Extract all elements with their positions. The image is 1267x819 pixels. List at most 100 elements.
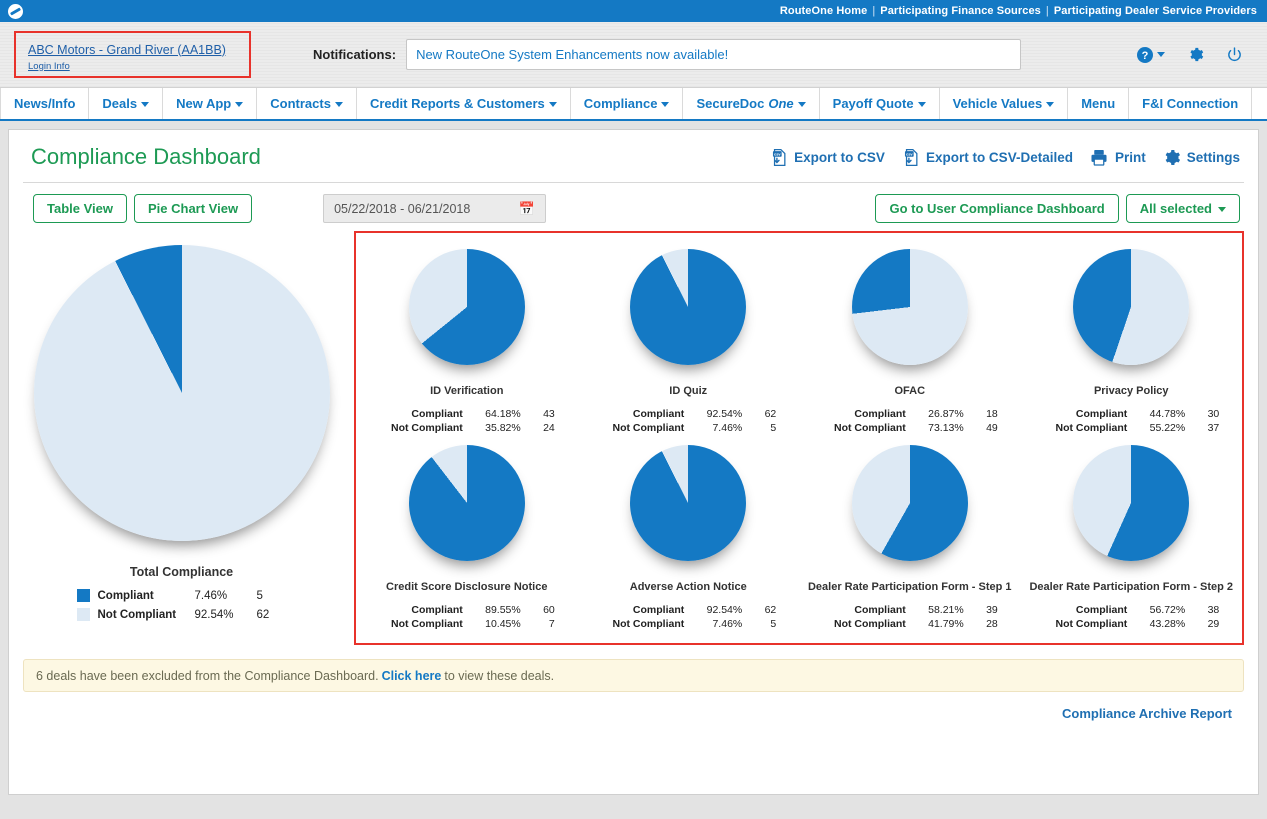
stat-count: 62 [764, 408, 777, 420]
category-pie[interactable] [630, 445, 747, 561]
view-excluded-deals-link[interactable]: Click here [382, 669, 442, 683]
category-pie[interactable] [630, 249, 747, 365]
nav-label: Menu [1081, 96, 1116, 111]
stat-percent: 43.28% [1149, 618, 1186, 630]
category-stats: Compliant 92.54% 62 Not Compliant 7.46% 5 [600, 407, 777, 435]
nav-payoff-quote[interactable]: Payoff Quote [820, 88, 940, 119]
action-label: Settings [1186, 150, 1240, 165]
legend-item-not-compliant: Not Compliant 92.54% 62 [76, 605, 287, 624]
stat-row: Not Compliant 43.28% 29 [1043, 617, 1220, 631]
chevron-down-icon [797, 102, 806, 107]
nav-new-app[interactable]: New App [163, 88, 258, 119]
main-navigation: News/Info Deals New App Contracts Credit… [0, 87, 1267, 121]
help-icon: ? [1137, 46, 1153, 63]
stat-percent: 56.72% [1149, 604, 1186, 616]
excluded-text-prefix: 6 deals have been excluded from the Comp… [36, 668, 379, 683]
stat-percent: 26.87% [928, 408, 964, 420]
stat-count: 60 [543, 604, 555, 616]
legend-label: Not Compliant [97, 608, 177, 621]
stat-row: Compliant 44.78% 30 [1043, 407, 1219, 421]
category-pie[interactable] [851, 445, 968, 561]
nav-label: F&I Connection [1142, 96, 1239, 111]
pie-chart-view-button[interactable]: Pie Chart View [134, 194, 253, 223]
nav-label: Payoff Quote [832, 96, 914, 111]
stat-percent: 10.45% [485, 618, 521, 630]
chevron-down-icon [235, 102, 244, 107]
category-stats: Compliant 58.21% 39 Not Compliant 41.79% 28 [822, 603, 998, 631]
link-routeone-home[interactable]: RouteOne Home [780, 5, 867, 17]
stat-label: Not Compliant [612, 618, 685, 630]
date-range-value: 05/22/2018 - 06/21/2018 [334, 201, 471, 216]
nav-label: New App [176, 96, 232, 111]
nav-menu[interactable]: Menu [1068, 88, 1130, 119]
legend-count: 5 [256, 589, 263, 602]
stat-percent: 7.46% [712, 422, 743, 434]
stat-row: Compliant 56.72% 38 [1043, 603, 1219, 617]
link-participating-dealer-service-providers[interactable]: Participating Dealer Service Providers [1054, 5, 1257, 17]
chevron-down-icon [334, 102, 343, 107]
nav-deals[interactable]: Deals [89, 88, 164, 119]
stat-row: Not Compliant 55.22% 37 [1043, 421, 1220, 435]
nav-compliance[interactable]: Compliance [571, 88, 684, 119]
category-pie[interactable] [408, 445, 525, 561]
nav-news-info[interactable]: News/Info [0, 88, 90, 119]
action-label: Export to CSV [794, 150, 885, 165]
identity-bar: ABC Motors - Grand River (AA1BB) Login I… [0, 22, 1267, 87]
print-button[interactable]: Print [1089, 148, 1146, 167]
stat-label: Not Compliant [834, 618, 906, 630]
category-pie[interactable] [1073, 445, 1190, 561]
nav-credit-reports-customers[interactable]: Credit Reports & Customers [357, 88, 571, 119]
stat-percent: 64.18% [485, 408, 521, 420]
settings-link[interactable]: Settings [1162, 148, 1240, 167]
category-pie[interactable] [408, 249, 525, 365]
notification-message[interactable]: New RouteOne System Enhancements now ava… [406, 39, 1022, 70]
stat-count: 5 [770, 422, 777, 434]
stat-count: 43 [543, 408, 555, 420]
total-compliance-chart: Total Compliance Compliant 7.46% 5 Not C… [9, 231, 354, 645]
stat-count: 49 [986, 422, 998, 434]
button-label: Table View [47, 201, 113, 216]
compliance-category-cell: Privacy Policy Compliant 44.78% 30 Not Compl… [1021, 243, 1243, 435]
compliance-archive-report-link[interactable]: Compliance Archive Report [1062, 706, 1232, 721]
button-label: All selected [1139, 201, 1212, 216]
stat-label: Compliant [632, 604, 685, 616]
nav-vehicle-values[interactable]: Vehicle Values [940, 88, 1069, 119]
category-stats: Compliant 92.54% 62 Not Compliant 7.46% 5 [600, 603, 777, 631]
stat-label: Not Compliant [391, 422, 463, 434]
link-participating-finance-sources[interactable]: Participating Finance Sources [880, 5, 1041, 17]
global-top-bar: RouteOne Home | Participating Finance So… [0, 0, 1267, 22]
total-compliance-pie[interactable] [33, 245, 330, 541]
nav-fi-connection[interactable]: F&I Connection [1129, 88, 1253, 119]
go-to-user-compliance-dashboard-button[interactable]: Go to User Compliance Dashboard [875, 194, 1119, 223]
stat-row: Compliant 64.18% 43 [379, 407, 555, 421]
category-pie[interactable] [851, 249, 968, 365]
nav-label: Compliance [583, 96, 658, 111]
stat-row: Compliant 92.54% 62 [600, 407, 776, 421]
dashboard-toolbar: Table View Pie Chart View 05/22/2018 - 0… [9, 183, 1258, 223]
stat-label: Compliant [1075, 408, 1128, 420]
help-menu-button[interactable]: ? [1137, 46, 1165, 63]
table-view-button[interactable]: Table View [33, 194, 127, 223]
date-range-input[interactable]: 05/22/2018 - 06/21/2018 📅 [323, 194, 547, 223]
stat-percent: 58.21% [928, 604, 964, 616]
page-action-bar: csv Export to CSV csv Export to CSV-Deta… [769, 148, 1240, 170]
login-info-link[interactable]: Login Info [28, 61, 241, 72]
all-selected-dropdown[interactable]: All selected [1125, 194, 1240, 223]
stat-percent: 92.54% [706, 408, 743, 420]
dealer-info-box[interactable]: ABC Motors - Grand River (AA1BB) Login I… [14, 31, 251, 78]
stat-label: Not Compliant [1055, 618, 1128, 630]
dashboard-panel: Compliance Dashboard csv Export to CSV c… [8, 129, 1259, 795]
nav-securedocone[interactable]: SecureDoc One [683, 88, 820, 119]
category-title: ID Verification [430, 385, 504, 397]
export-to-csv-button[interactable]: csv Export to CSV [769, 148, 885, 167]
settings-button[interactable] [1187, 46, 1204, 63]
logout-button[interactable] [1226, 46, 1243, 63]
export-to-csv-detailed-button[interactable]: csv Export to CSV-Detailed [901, 148, 1073, 167]
nav-contracts[interactable]: Contracts [257, 88, 357, 119]
stat-percent: 44.78% [1149, 408, 1186, 420]
category-title: OFAC [894, 385, 926, 397]
stat-row: Not Compliant 7.46% 5 [600, 421, 777, 435]
legend-percent: 7.46% [194, 589, 228, 602]
dealer-name-link[interactable]: ABC Motors - Grand River (AA1BB) [28, 43, 241, 58]
category-pie[interactable] [1073, 249, 1190, 365]
